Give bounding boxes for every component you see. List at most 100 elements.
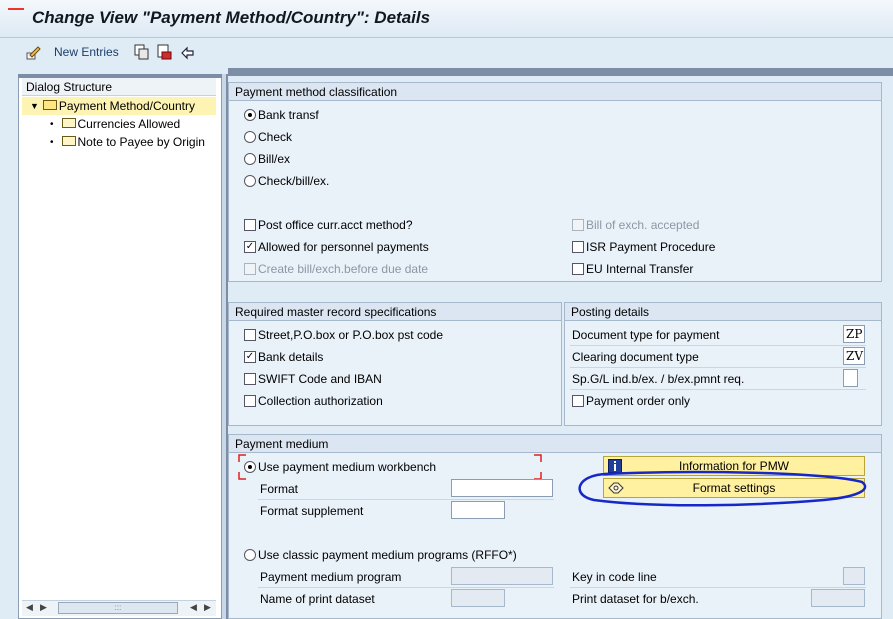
- radio-button[interactable]: [244, 461, 256, 473]
- document-type-field[interactable]: ZP: [843, 325, 865, 343]
- window-title: Change View "Payment Method/Country": De…: [32, 8, 431, 27]
- checkbox-label: EU Internal Transfer: [586, 262, 694, 276]
- check-post-office[interactable]: Post office curr.acct method?: [244, 216, 413, 234]
- checkbox[interactable]: [244, 395, 256, 407]
- document-type-label: Document type for payment: [572, 328, 720, 342]
- checkbox-label: ISR Payment Procedure: [586, 240, 716, 254]
- window-marker: [8, 8, 24, 10]
- clearing-document-field[interactable]: ZV: [843, 347, 865, 365]
- print-dataset-field: [451, 589, 505, 607]
- radio-button[interactable]: [244, 131, 256, 143]
- radio-label: Bank transf: [258, 108, 319, 122]
- radio-label: Check: [258, 130, 293, 144]
- special-gl-label: Sp.G/L ind.b/ex. / b/ex.pmnt req.: [572, 372, 745, 386]
- tree-item-label: Note to Payee by Origin: [77, 135, 205, 149]
- checkbox[interactable]: [572, 263, 584, 275]
- checkbox[interactable]: [244, 219, 256, 231]
- dialog-structure-header: Dialog Structure: [22, 78, 216, 96]
- dialog-structure-panel: [18, 74, 222, 619]
- check-personnel-payments[interactable]: ✓ Allowed for personnel payments: [244, 238, 429, 256]
- checkbox-label: Create bill/exch.before due date: [258, 262, 429, 276]
- payment-medium-program-label: Payment medium program: [260, 570, 402, 584]
- checkbox[interactable]: ✓: [244, 351, 256, 363]
- content-top-border: [228, 68, 893, 76]
- row-separator: [258, 499, 554, 500]
- checkbox[interactable]: [572, 241, 584, 253]
- check-isr-procedure[interactable]: ISR Payment Procedure: [572, 238, 715, 256]
- radio-check[interactable]: Check: [244, 128, 292, 146]
- check-bank-details[interactable]: ✓ Bank details: [244, 348, 323, 366]
- checkbox-label: Street,P.O.box or P.O.box pst code: [258, 328, 443, 342]
- format-supplement-input[interactable]: [451, 501, 505, 519]
- radio-label: Use classic payment medium programs (RFF…: [258, 548, 517, 562]
- checkbox-disabled: [244, 263, 256, 275]
- undo-icon[interactable]: [180, 44, 196, 60]
- radio-bank-transfer[interactable]: Bank transf: [244, 106, 319, 124]
- annotation-ellipse: [578, 470, 867, 507]
- check-create-bill: Create bill/exch.before due date: [244, 260, 428, 278]
- key-code-line-field: [843, 567, 865, 585]
- checkbox[interactable]: [244, 373, 256, 385]
- open-folder-icon: [42, 100, 57, 110]
- radio-classic-programs[interactable]: Use classic payment medium programs (RFF…: [244, 546, 517, 564]
- check-street-po-box[interactable]: Street,P.O.box or P.O.box pst code: [244, 326, 443, 344]
- radio-label: Check/bill/ex.: [258, 174, 330, 188]
- row-separator: [570, 587, 866, 588]
- tree-item-currencies-allowed[interactable]: • Currencies Allowed: [50, 115, 180, 133]
- format-supplement-label: Format supplement: [260, 504, 364, 518]
- checkbox-disabled: [572, 219, 584, 231]
- radio-use-pmw[interactable]: Use payment medium workbench: [244, 458, 436, 476]
- clearing-document-label: Clearing document type: [572, 350, 699, 364]
- radio-button[interactable]: [244, 153, 256, 165]
- checkbox-label: Allowed for personnel payments: [258, 240, 429, 254]
- print-bexch-field: [811, 589, 865, 607]
- group-title: Payment method classification: [229, 83, 881, 101]
- copy-icon[interactable]: [134, 44, 150, 60]
- check-payment-order-only[interactable]: Payment order only: [572, 392, 690, 410]
- bullet-icon: •: [50, 118, 54, 130]
- key-code-line-label: Key in code line: [572, 570, 657, 584]
- scroll-left-icon[interactable]: ◀: [190, 602, 197, 613]
- scrollbar-thumb[interactable]: :::: [58, 602, 178, 614]
- tree-item-payment-method-country[interactable]: ▼ Payment Method/Country: [22, 97, 216, 115]
- scroll-right-icon[interactable]: ▶: [40, 602, 47, 613]
- tree-item-label: Currencies Allowed: [77, 117, 181, 131]
- delete-icon[interactable]: [156, 44, 172, 60]
- tree-item-note-to-payee[interactable]: • Note to Payee by Origin: [50, 133, 205, 151]
- tree-item-label: Payment Method/Country: [58, 99, 195, 113]
- special-gl-field[interactable]: [843, 369, 858, 387]
- row-separator: [258, 587, 554, 588]
- row-separator: [570, 367, 866, 368]
- checkbox[interactable]: [244, 329, 256, 341]
- bullet-icon: •: [50, 136, 54, 148]
- scroll-right-icon[interactable]: ▶: [204, 602, 211, 613]
- checkbox-label: Post office curr.acct method?: [258, 218, 413, 232]
- group-title: Posting details: [565, 303, 881, 321]
- format-input[interactable]: [451, 479, 553, 497]
- check-swift-iban[interactable]: SWIFT Code and IBAN: [244, 370, 382, 388]
- payment-medium-program-field: [451, 567, 553, 585]
- print-dataset-label: Name of print dataset: [260, 592, 375, 606]
- checkbox[interactable]: ✓: [244, 241, 256, 253]
- expand-triangle-icon[interactable]: ▼: [30, 101, 39, 111]
- radio-button[interactable]: [244, 175, 256, 187]
- radio-bill-ex[interactable]: Bill/ex: [244, 150, 290, 168]
- edit-pencil-icon[interactable]: [26, 44, 42, 60]
- check-eu-transfer[interactable]: EU Internal Transfer: [572, 260, 693, 278]
- row-separator: [570, 345, 866, 346]
- row-separator: [570, 389, 866, 390]
- scroll-left-icon[interactable]: ◀: [26, 602, 33, 613]
- group-title: Payment medium: [229, 435, 881, 453]
- new-entries-button[interactable]: New Entries: [54, 45, 119, 59]
- checkbox-label: Bank details: [258, 350, 324, 364]
- radio-button[interactable]: [244, 109, 256, 121]
- radio-label: Bill/ex: [258, 152, 291, 166]
- radio-check-bill-ex[interactable]: Check/bill/ex.: [244, 172, 329, 190]
- checkbox[interactable]: [572, 395, 584, 407]
- checkbox-label: Payment order only: [586, 394, 691, 408]
- format-label: Format: [260, 482, 299, 496]
- radio-button[interactable]: [244, 549, 256, 561]
- check-collection-authorization[interactable]: Collection authorization: [244, 392, 383, 410]
- checkbox-label: SWIFT Code and IBAN: [258, 372, 382, 386]
- check-bill-accepted: Bill of exch. accepted: [572, 216, 699, 234]
